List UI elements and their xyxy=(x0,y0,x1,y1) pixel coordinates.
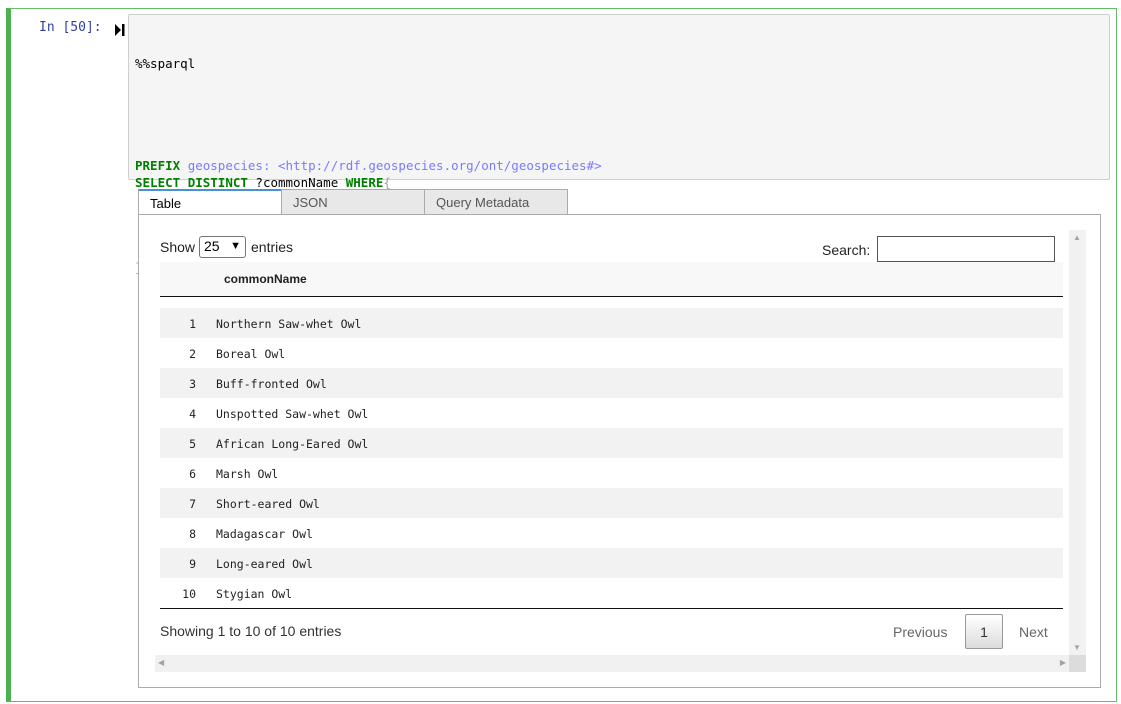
scroll-left-icon[interactable]: ◀ xyxy=(158,658,164,667)
tab-query-metadata[interactable]: Query Metadata xyxy=(424,189,568,215)
common-name-cell: Unspotted Saw-whet Owl xyxy=(216,407,369,421)
search-label: Search: xyxy=(822,242,871,258)
table-row[interactable]: 10 Stygian Owl xyxy=(160,578,1063,608)
table-body: 1 Northern Saw-whet Owl 2 Boreal Owl 3 Buff-f… xyxy=(160,308,1063,608)
scroll-right-icon[interactable]: ▶ xyxy=(1060,658,1066,667)
code-token: <http://rdf.geospecies.org/ont/geospecie… xyxy=(278,158,602,173)
row-index: 8 xyxy=(189,527,196,541)
chevron-down-icon: ▼ xyxy=(230,240,241,252)
vertical-scrollbar[interactable]: ▲ ▼ xyxy=(1069,230,1086,655)
code-editor[interactable]: %%sparql PREFIX geospecies: <http://rdf.… xyxy=(128,14,1110,275)
column-header-commonname[interactable]: commonName xyxy=(224,272,307,286)
common-name-cell: Madagascar Owl xyxy=(216,527,313,541)
row-index: 3 xyxy=(189,377,196,391)
tab-table-label: Table xyxy=(150,196,182,211)
code-token: SELECT xyxy=(135,175,181,190)
previous-page-button[interactable]: Previous xyxy=(893,624,947,640)
table-row[interactable]: 5 African Long-Eared Owl xyxy=(160,428,1063,458)
scroll-up-icon[interactable]: ▲ xyxy=(1073,233,1081,242)
table-row[interactable]: 6 Marsh Owl xyxy=(160,458,1063,488)
code-token: WHERE xyxy=(345,175,384,190)
table-row[interactable]: 1 Northern Saw-whet Owl xyxy=(160,308,1063,338)
row-index: 4 xyxy=(189,407,196,421)
table-row[interactable]: 4 Unspotted Saw-whet Owl xyxy=(160,398,1063,428)
search-input[interactable] xyxy=(877,236,1055,262)
row-index: 9 xyxy=(189,557,196,571)
table-row[interactable]: 8 Madagascar Owl xyxy=(160,518,1063,548)
row-index: 7 xyxy=(189,497,196,511)
code-token: DISTINCT xyxy=(187,175,248,190)
row-index: 5 xyxy=(189,437,196,451)
tab-json-label: JSON xyxy=(293,195,328,210)
run-cell-icon[interactable] xyxy=(115,24,125,36)
code-token: { xyxy=(383,175,391,190)
code-token: PREFIX xyxy=(135,158,181,173)
common-name-cell: Buff-fronted Owl xyxy=(216,377,327,391)
next-page-button[interactable]: Next xyxy=(1019,624,1048,640)
table-header: commonName xyxy=(160,262,1063,297)
table-row[interactable]: 9 Long-eared Owl xyxy=(160,548,1063,578)
row-index: 2 xyxy=(189,347,196,361)
input-prompt: In [50]: xyxy=(39,20,102,35)
code-token: geospecies: xyxy=(187,158,271,173)
entries-label: entries xyxy=(251,239,294,255)
table-info: Showing 1 to 10 of 10 entries xyxy=(160,623,342,639)
table-row[interactable]: 2 Boreal Owl xyxy=(160,338,1063,368)
common-name-cell: Boreal Owl xyxy=(216,347,286,361)
code-line: PREFIX geospecies: <http://rdf.geospecie… xyxy=(135,157,1109,174)
common-name-cell: Long-eared Owl xyxy=(216,557,313,571)
show-label: Show xyxy=(160,239,196,255)
row-index: 1 xyxy=(189,317,196,331)
common-name-cell: Stygian Owl xyxy=(216,587,293,601)
row-index: 10 xyxy=(182,587,196,601)
entries-per-page-select[interactable]: 25 ▼ xyxy=(199,236,246,258)
tab-table[interactable]: Table xyxy=(138,189,282,215)
tab-json[interactable]: JSON xyxy=(281,189,425,215)
code-token: ?commonName xyxy=(247,175,346,190)
entries-select-value: 25 xyxy=(204,238,220,254)
table-bottom-border xyxy=(160,608,1063,609)
scroll-down-icon[interactable]: ▼ xyxy=(1073,643,1081,652)
tab-query-metadata-label: Query Metadata xyxy=(436,195,530,210)
common-name-cell: Short-eared Owl xyxy=(216,497,320,511)
row-index: 6 xyxy=(189,467,196,481)
table-row[interactable]: 3 Buff-fronted Owl xyxy=(160,368,1063,398)
common-name-cell: Northern Saw-whet Owl xyxy=(216,317,362,331)
table-row[interactable]: 7 Short-eared Owl xyxy=(160,488,1063,518)
common-name-cell: African Long-Eared Owl xyxy=(216,437,369,451)
horizontal-scrollbar[interactable]: ◀ ▶ xyxy=(155,655,1069,672)
page-1-button[interactable]: 1 xyxy=(965,614,1003,649)
magic-command: %%sparql xyxy=(135,56,196,71)
common-name-cell: Marsh Owl xyxy=(216,467,279,481)
scrollbar-corner xyxy=(1069,655,1086,672)
